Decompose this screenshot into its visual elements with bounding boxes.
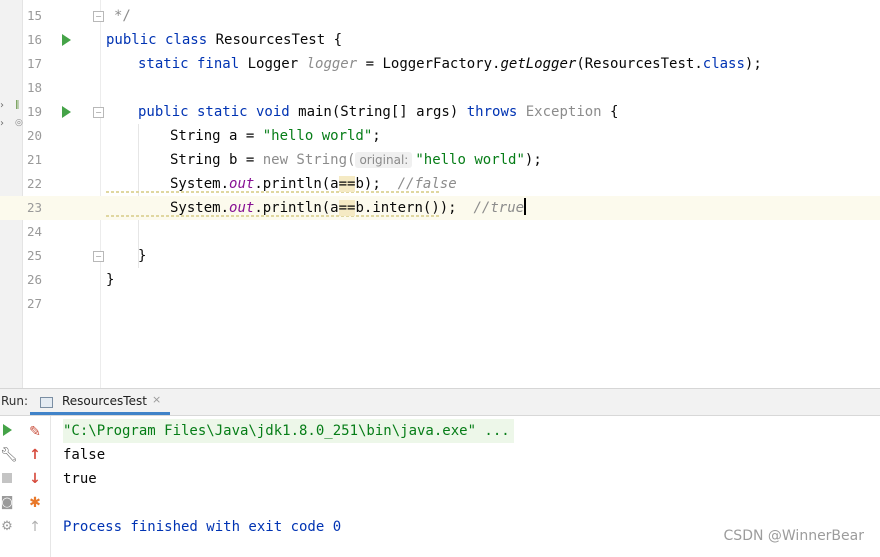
method-call: getLogger xyxy=(500,56,577,72)
code-line[interactable]: 26 } xyxy=(0,268,880,292)
console-line: true xyxy=(63,471,97,487)
fold-icon[interactable]: − xyxy=(93,251,104,262)
close-icon[interactable]: × xyxy=(152,393,161,406)
code-line[interactable]: 25 − } xyxy=(0,244,880,268)
keyword: throws xyxy=(466,104,518,120)
run-gutter-icon[interactable] xyxy=(62,34,71,46)
line-number: 26 xyxy=(26,272,42,287)
comment-end: */ xyxy=(114,8,131,24)
text-caret xyxy=(524,198,527,215)
fold-icon[interactable]: − xyxy=(93,107,104,118)
run-gutter-icon[interactable] xyxy=(62,106,71,118)
code-editor[interactable]: › ‖ › ◎ 15 − */ 16 public class Resource… xyxy=(0,0,880,388)
line-number: 16 xyxy=(26,32,42,47)
code-line[interactable]: 21 String b = new String(original: "hello… xyxy=(0,148,880,172)
keyword: public static void xyxy=(138,104,290,120)
code-text: ); xyxy=(363,176,398,192)
code-text: (ResourcesTest. xyxy=(576,56,703,72)
pin-up-icon[interactable]: ↑ xyxy=(27,519,43,535)
highlighted-operator: == xyxy=(338,200,356,216)
code-text: String b = xyxy=(170,152,263,168)
keyword: public class xyxy=(106,32,208,48)
line-number: 24 xyxy=(26,224,42,239)
run-header: Run: ResourcesTest × xyxy=(0,389,880,416)
code-text: .println( xyxy=(254,176,331,192)
keyword: class xyxy=(702,56,745,72)
code-text: .println( xyxy=(254,200,331,216)
code-text: String a = xyxy=(170,128,263,144)
code-text: a xyxy=(330,176,339,192)
method-signature: main(String[] args) xyxy=(289,104,467,120)
clear-console-icon[interactable]: ✎ xyxy=(27,424,43,440)
code-line-current[interactable]: 23 System.out.println(a==b.intern()); //… xyxy=(0,196,880,220)
stop-icon[interactable] xyxy=(0,471,14,487)
code-line[interactable]: 22 System.out.println(a==b); //false xyxy=(0,172,880,196)
code-text: ; xyxy=(372,128,381,144)
line-number: 17 xyxy=(26,56,42,71)
line-number: 15 xyxy=(26,8,42,23)
code-line[interactable]: 24 xyxy=(0,220,880,244)
closing-brace: } xyxy=(138,248,147,264)
camera-icon[interactable]: ◙ xyxy=(0,495,14,511)
watermark: CSDN @WinnerBear xyxy=(723,528,864,544)
code-text: ); xyxy=(744,56,762,72)
code-text: { xyxy=(601,104,619,120)
line-comment: //false xyxy=(397,176,457,192)
line-comment: //true xyxy=(473,200,525,216)
run-config-icon xyxy=(40,397,53,408)
run-label: Run: xyxy=(1,394,29,408)
line-number: 22 xyxy=(26,176,42,191)
exception-type: Exception xyxy=(517,104,602,120)
tab-resources-test[interactable]: ResourcesTest × xyxy=(30,389,170,415)
debug-icon[interactable]: ✱ xyxy=(27,495,43,511)
highlighted-operator: == xyxy=(338,176,356,192)
static-field: out xyxy=(229,200,255,216)
redundant-constructor: new String( xyxy=(262,152,356,168)
console-line: false xyxy=(63,447,106,463)
code-line[interactable]: 19 − public static void main(String[] ar… xyxy=(0,100,880,124)
console-exit-line: Process finished with exit code 0 xyxy=(63,519,342,535)
line-number: 27 xyxy=(26,296,42,311)
code-line[interactable]: 18 xyxy=(0,76,880,100)
unused-field: logger xyxy=(306,56,358,72)
code-line[interactable]: 20 String a = "hello world"; xyxy=(0,124,880,148)
keyword: static final xyxy=(138,56,240,72)
settings-icon[interactable]: ⚙ xyxy=(0,519,14,535)
line-number: 18 xyxy=(26,80,42,95)
wrench-icon[interactable]: 🔧︎ xyxy=(0,447,18,463)
code-line[interactable]: 15 − */ xyxy=(0,4,880,28)
code-line[interactable]: 17 static final Logger logger = LoggerFa… xyxy=(0,52,880,76)
code-text: a xyxy=(330,200,339,216)
code-text: ); xyxy=(524,152,542,168)
string-literal: "hello world" xyxy=(262,128,373,144)
line-number: 19 xyxy=(26,104,42,119)
code-text: System. xyxy=(170,176,230,192)
console-command-line: "C:\Program Files\Java\jdk1.8.0_251\bin\… xyxy=(63,419,514,443)
code-line[interactable]: 16 public class ResourcesTest { xyxy=(0,28,880,52)
class-name: ResourcesTest { xyxy=(207,32,343,48)
arrow-up-icon[interactable]: ↑ xyxy=(27,447,43,463)
code-text: = LoggerFactory. xyxy=(357,56,501,72)
code-text: System. xyxy=(170,200,230,216)
parameter-hint: original: xyxy=(355,152,413,168)
line-number: 23 xyxy=(26,200,42,215)
line-number: 25 xyxy=(26,248,42,263)
code-text: b.intern()); xyxy=(355,200,474,216)
type-name: Logger xyxy=(239,56,307,72)
arrow-down-icon[interactable]: ↓ xyxy=(27,471,43,487)
static-field: out xyxy=(229,176,255,192)
code-text: b xyxy=(355,176,364,192)
tab-label: ResourcesTest xyxy=(62,394,147,408)
string-literal: "hello world" xyxy=(415,152,525,168)
code-line[interactable]: 27 xyxy=(0,292,880,316)
line-number: 21 xyxy=(26,152,42,167)
line-number: 20 xyxy=(26,128,42,143)
rerun-icon[interactable] xyxy=(0,424,14,440)
closing-brace: } xyxy=(106,272,115,288)
run-toolbar: 🔧︎ ◙ ⚙ ✎ ↑ ↓ ✱ ↑ xyxy=(0,416,51,557)
fold-icon[interactable]: − xyxy=(93,11,104,22)
